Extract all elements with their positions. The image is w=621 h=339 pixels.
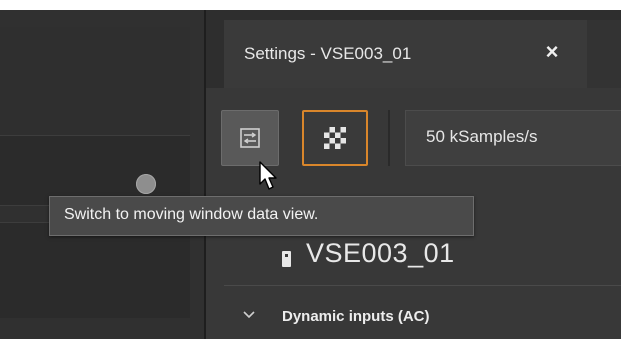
static-data-view-button[interactable]: [302, 110, 368, 166]
data-view-pane: [0, 222, 190, 318]
mouse-cursor-icon: [259, 161, 277, 190]
screen: Settings - VSE003_01 × 50 kSamples/s VSE…: [0, 0, 621, 339]
data-view-area: [0, 10, 204, 339]
tab-bar: Settings - VSE003_01 ×: [206, 10, 621, 88]
device-name: VSE003_01: [306, 238, 455, 268]
tooltip: Switch to moving window data view.: [49, 196, 474, 236]
divider: [224, 285, 621, 286]
section-dynamic-inputs[interactable]: Dynamic inputs (AC): [206, 296, 621, 339]
section-title: Dynamic inputs (AC): [282, 308, 430, 325]
data-view-pane: [0, 27, 190, 136]
chevron-down-icon[interactable]: [242, 310, 256, 320]
tab-bar-filler: [587, 20, 621, 88]
moving-window-view-button[interactable]: [221, 110, 279, 166]
toolbar-separator: [388, 110, 390, 166]
close-icon[interactable]: ×: [540, 40, 564, 64]
moving-window-view-icon: [240, 128, 260, 148]
sample-rate-value: 50 kSamples/s: [426, 127, 538, 146]
tab-title: Settings - VSE003_01: [244, 44, 412, 63]
sample-rate-select[interactable]: 50 kSamples/s: [405, 110, 621, 166]
tooltip-text: Switch to moving window data view.: [64, 206, 319, 223]
status-indicator-dot[interactable]: [136, 174, 156, 194]
device-icon: [282, 251, 291, 267]
checkered-view-icon: [324, 127, 346, 149]
